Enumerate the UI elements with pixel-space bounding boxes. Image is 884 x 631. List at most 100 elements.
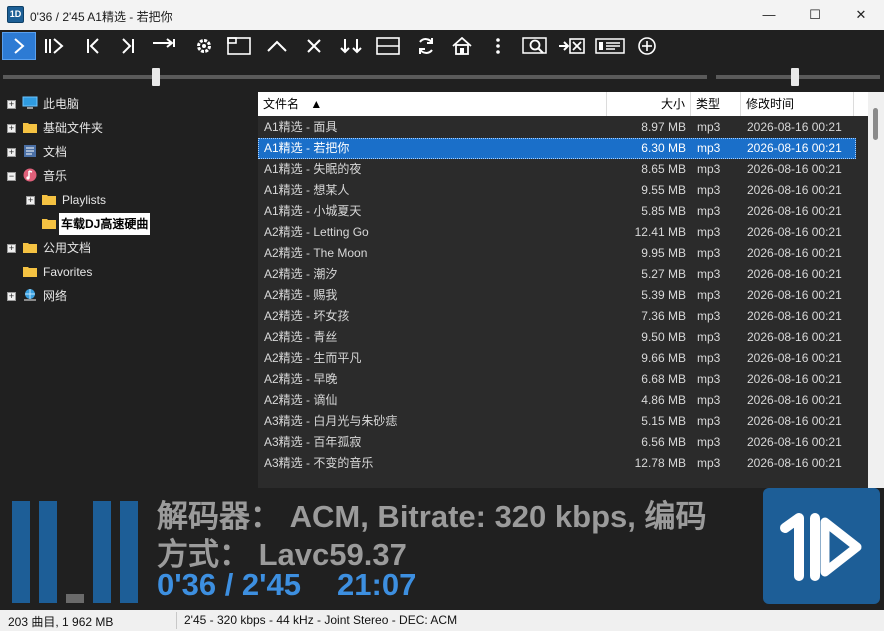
- expander-icon[interactable]: +: [7, 100, 16, 109]
- sort-ascending-icon: ▲: [310, 97, 323, 111]
- file-size-cell: 9.66 MB: [641, 351, 686, 365]
- collapse-button[interactable]: [261, 32, 293, 60]
- home-button[interactable]: [446, 32, 478, 60]
- close-icon: [307, 39, 321, 53]
- table-row[interactable]: A3精选 - 百年孤寂 6.56 MB mp3 2026-08-16 00:21: [258, 432, 856, 453]
- table-row[interactable]: A3精选 - 不变的音乐 12.78 MB mp3 2026-08-16 00:21: [258, 453, 856, 474]
- table-row[interactable]: A1精选 - 若把你 6.30 MB mp3 2026-08-16 00:21: [258, 138, 856, 159]
- close-button[interactable]: ✕: [838, 0, 884, 30]
- split-view-icon: [376, 37, 400, 55]
- table-row[interactable]: A2精选 - 早晚 6.68 MB mp3 2026-08-16 00:21: [258, 369, 856, 390]
- tree-item-label: Favorites: [43, 265, 93, 279]
- folder-icon: [42, 195, 56, 205]
- table-row[interactable]: A1精选 - 想某人 9.55 MB mp3 2026-08-16 00:21: [258, 180, 856, 201]
- volume-slider-thumb[interactable]: [791, 68, 799, 86]
- export-button[interactable]: [556, 32, 588, 60]
- network-icon: [24, 289, 36, 301]
- tree-item-favorites[interactable]: Favorites: [0, 261, 250, 283]
- file-name-cell: A2精选 - 生而平凡: [264, 351, 362, 365]
- table-row[interactable]: A1精选 - 面具 8.97 MB mp3 2026-08-16 00:21: [258, 117, 856, 138]
- previous-button[interactable]: [77, 32, 109, 60]
- expander-icon[interactable]: +: [26, 196, 35, 205]
- split-view-button[interactable]: [372, 32, 404, 60]
- file-size-cell: 5.85 MB: [641, 204, 686, 218]
- refresh-button[interactable]: [410, 32, 442, 60]
- file-date-cell: 2026-08-16 00:21: [747, 435, 842, 449]
- document-icon: [24, 145, 36, 157]
- pause-play-button[interactable]: [38, 32, 70, 60]
- sort-button[interactable]: [335, 32, 367, 60]
- file-size-cell: 9.55 MB: [641, 183, 686, 197]
- search-button[interactable]: [519, 32, 551, 60]
- tree-item-public-documents[interactable]: + 公用文档: [0, 237, 250, 259]
- file-type-cell: mp3: [697, 456, 721, 470]
- window-layout-button[interactable]: [223, 32, 255, 60]
- scrollbar-thumb[interactable]: [873, 108, 878, 140]
- tree-item-documents[interactable]: + 文档: [0, 141, 250, 163]
- table-row[interactable]: A2精选 - 赐我 5.39 MB mp3 2026-08-16 00:21: [258, 285, 856, 306]
- time-display: 0'36 / 2'45 21:07: [157, 567, 416, 603]
- tree-item-music[interactable]: − 音乐: [0, 165, 250, 187]
- vu-bar: [39, 501, 57, 603]
- tree-item-playlists[interactable]: + Playlists: [0, 189, 250, 211]
- file-type-cell: mp3: [697, 162, 721, 176]
- column-header-type[interactable]: 类型: [691, 92, 741, 116]
- minimize-button[interactable]: —: [746, 0, 792, 30]
- column-header-size[interactable]: 大小: [607, 92, 691, 116]
- table-row[interactable]: A3精选 - 白月光与朱砂痣 5.15 MB mp3 2026-08-16 00:21: [258, 411, 856, 432]
- table-row[interactable]: A2精选 - 谪仙 4.86 MB mp3 2026-08-16 00:21: [258, 390, 856, 411]
- play-button[interactable]: [2, 32, 36, 60]
- table-row[interactable]: A1精选 - 小城夏天 5.85 MB mp3 2026-08-16 00:21: [258, 201, 856, 222]
- music-icon: [23, 168, 37, 182]
- computer-icon: [22, 96, 38, 109]
- file-type-cell: mp3: [697, 288, 721, 302]
- folder-tree: + 此电脑 + 基础文件夹 + 文档 − 音乐 + Playlists 车载DJ…: [0, 92, 258, 488]
- file-list-scrollbar[interactable]: [868, 92, 884, 488]
- tree-item-label: 此电脑: [43, 97, 80, 111]
- track-count: 203 曲目, 1 962 MB: [8, 615, 114, 629]
- expander-icon[interactable]: +: [7, 244, 16, 253]
- seek-slider[interactable]: [3, 75, 707, 79]
- tree-item-basic-folder[interactable]: + 基础文件夹: [0, 117, 250, 139]
- expander-icon[interactable]: +: [7, 292, 16, 301]
- expander-icon[interactable]: +: [7, 124, 16, 133]
- table-row[interactable]: A2精选 - 坏女孩 7.36 MB mp3 2026-08-16 00:21: [258, 306, 856, 327]
- folder-icon: [23, 243, 37, 253]
- table-row[interactable]: A1精选 - 失眠的夜 8.65 MB mp3 2026-08-16 00:21: [258, 159, 856, 180]
- file-size-cell: 12.78 MB: [634, 456, 686, 470]
- stop-after-button[interactable]: [148, 32, 180, 60]
- tag-editor-button[interactable]: [594, 32, 626, 60]
- file-name-cell: A1精选 - 若把你: [264, 141, 350, 155]
- tree-item-label: 网络: [43, 289, 68, 303]
- clear-button[interactable]: [298, 32, 330, 60]
- tree-item-network[interactable]: + 网络: [0, 285, 250, 307]
- add-button[interactable]: [631, 32, 663, 60]
- vu-bar: [12, 501, 30, 603]
- table-row[interactable]: A2精选 - 青丝 9.50 MB mp3 2026-08-16 00:21: [258, 327, 856, 348]
- column-header-name[interactable]: 文件名 ▲: [258, 92, 607, 116]
- tree-item-computer[interactable]: + 此电脑: [0, 93, 250, 115]
- table-row[interactable]: A2精选 - 潮汐 5.27 MB mp3 2026-08-16 00:21: [258, 264, 856, 285]
- seek-row: [0, 62, 884, 92]
- chevron-up-icon: [267, 40, 287, 52]
- gear-icon: [197, 39, 211, 53]
- seek-slider-thumb[interactable]: [152, 68, 160, 86]
- table-row[interactable]: A2精选 - 生而平凡 9.66 MB mp3 2026-08-16 00:21: [258, 348, 856, 369]
- file-date-cell: 2026-08-16 00:21: [747, 288, 842, 302]
- file-size-cell: 7.36 MB: [641, 309, 686, 323]
- window-layout-icon: [227, 37, 251, 55]
- file-type-cell: mp3: [697, 267, 721, 281]
- more-button[interactable]: [482, 32, 514, 60]
- pause-play-icon: [45, 38, 64, 54]
- column-header-date[interactable]: 修改时间: [741, 92, 854, 116]
- collapse-icon[interactable]: −: [7, 172, 16, 181]
- playback-time: 0'36 / 2'45: [157, 567, 302, 602]
- file-name-cell: A2精选 - 青丝: [264, 330, 338, 344]
- next-button[interactable]: [112, 32, 144, 60]
- expander-icon[interactable]: +: [7, 148, 16, 157]
- table-row[interactable]: A2精选 - The Moon 9.95 MB mp3 2026-08-16 00:2…: [258, 243, 856, 264]
- settings-button[interactable]: [188, 32, 220, 60]
- table-row[interactable]: A2精选 - Letting Go 12.41 MB mp3 2026-08-16 0…: [258, 222, 856, 243]
- tree-item-car-dj[interactable]: 车载DJ高速硬曲: [0, 213, 250, 235]
- maximize-button[interactable]: ☐: [792, 0, 838, 30]
